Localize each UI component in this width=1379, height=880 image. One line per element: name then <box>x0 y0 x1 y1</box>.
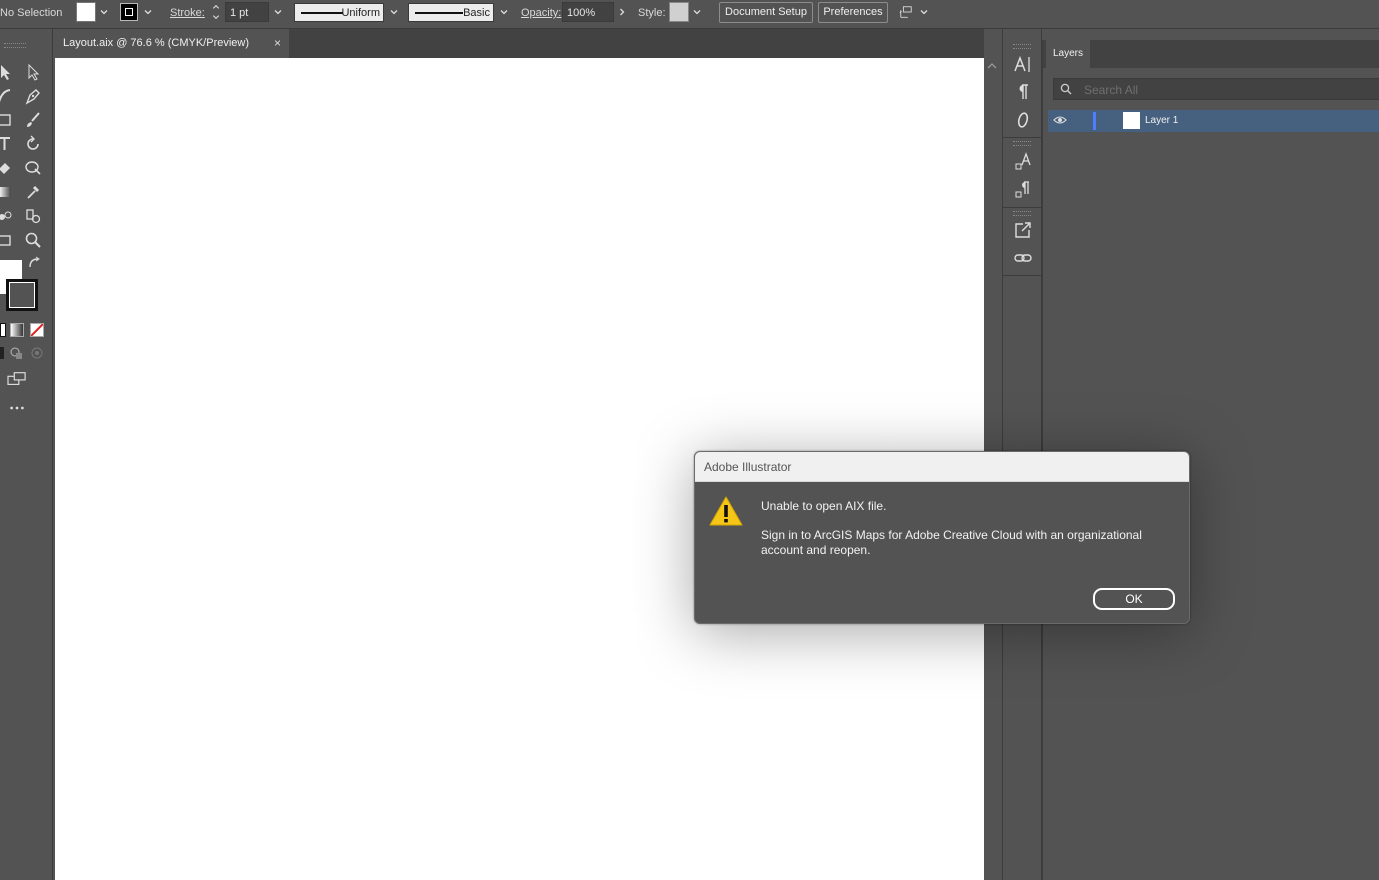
links-panel-icon[interactable] <box>1012 247 1034 269</box>
stroke-weight-stepper-icon[interactable] <box>209 2 223 22</box>
stroke-weight-field[interactable]: 1 pt <box>225 2 269 22</box>
layers-search-input[interactable] <box>1082 81 1366 99</box>
arrange-documents-icon[interactable] <box>897 4 915 20</box>
error-dialog: Adobe Illustrator Unable to open AIX fil… <box>694 451 1190 624</box>
style-chevron-icon[interactable] <box>690 4 704 20</box>
dialog-titlebar[interactable]: Adobe Illustrator <box>695 452 1189 482</box>
document-tab[interactable]: Layout.aix @ 76.6 % (CMYK/Preview) × <box>53 29 289 59</box>
draw-normal-icon[interactable] <box>0 347 4 359</box>
symbol-sprayer-tool-icon[interactable] <box>22 205 44 227</box>
dialog-title: Adobe Illustrator <box>704 460 792 474</box>
tools-panel <box>0 29 53 880</box>
edit-toolbar-more-icon[interactable] <box>6 400 28 416</box>
opacity-field[interactable]: 100% <box>562 2 614 22</box>
paragraph-panel-icon[interactable] <box>1012 81 1034 103</box>
fill-dropdown-chevron-icon[interactable] <box>97 4 111 20</box>
color-mode-icon[interactable] <box>0 323 6 337</box>
strip-separator <box>1003 207 1041 208</box>
paintbrush-tool-icon[interactable] <box>22 109 44 131</box>
strip-separator <box>1003 275 1041 276</box>
direct-selection-tool-icon[interactable] <box>22 61 44 83</box>
tab-layers[interactable]: Layers <box>1046 40 1090 68</box>
swap-fill-stroke-icon[interactable] <box>27 255 43 271</box>
fill-swatch[interactable] <box>76 2 96 22</box>
stroke-color-box[interactable] <box>6 279 38 311</box>
layer-thumbnail <box>1123 112 1140 129</box>
brush-chevron-icon[interactable] <box>497 4 511 20</box>
character-panel-icon[interactable] <box>1012 53 1034 75</box>
layer-name[interactable]: Layer 1 <box>1145 115 1178 126</box>
stroke-dropdown-chevron-icon[interactable] <box>141 4 155 20</box>
paragraph-styles-icon[interactable] <box>1012 178 1034 200</box>
shape-builder-tool-icon[interactable] <box>22 157 44 179</box>
type-tool-icon[interactable] <box>0 133 16 155</box>
layer-color-indicator <box>1093 112 1096 130</box>
eraser-tool-icon[interactable] <box>0 157 16 179</box>
strip-grip[interactable] <box>1013 141 1031 146</box>
draw-inside-icon[interactable] <box>29 343 45 363</box>
brush-definition[interactable]: Basic <box>408 3 494 22</box>
gradient-mode-icon[interactable] <box>10 323 24 337</box>
visibility-eye-icon[interactable] <box>1053 113 1067 127</box>
screen-mode-icon[interactable] <box>5 369 29 389</box>
opacity-arrow-icon[interactable] <box>615 4 629 20</box>
draw-behind-icon[interactable] <box>9 343 25 363</box>
document-tab-title: Layout.aix @ 76.6 % (CMYK/Preview) <box>63 37 250 49</box>
pen-tool-icon[interactable] <box>22 85 44 107</box>
variable-width-profile[interactable]: Uniform <box>294 3 384 22</box>
eyedropper-tool-icon[interactable] <box>22 181 44 203</box>
profile-line-preview <box>301 12 343 14</box>
dialog-detail: Sign in to ArcGIS Maps for Adobe Creativ… <box>761 528 1142 557</box>
zoom-tool-icon[interactable] <box>22 229 44 251</box>
opacity-label[interactable]: Opacity: <box>521 7 561 19</box>
profile-chevron-icon[interactable] <box>387 4 401 20</box>
layers-tab-bar <box>1043 40 1379 68</box>
none-mode-icon[interactable] <box>30 323 44 337</box>
stroke-label[interactable]: Stroke: <box>170 7 205 19</box>
brush-line-preview <box>415 12 463 14</box>
opentype-panel-icon[interactable] <box>1012 109 1034 131</box>
curvature-tool-icon[interactable] <box>0 85 16 107</box>
graphic-style-swatch[interactable] <box>669 2 689 22</box>
strip-separator <box>1003 137 1041 138</box>
rotate-tool-icon[interactable] <box>22 133 44 155</box>
warning-icon <box>709 496 743 526</box>
dialog-message: Unable to open AIX file. <box>761 499 887 513</box>
stroke-weight-chevron-icon[interactable] <box>271 4 285 20</box>
control-bar: No Selection Stroke: 1 pt Uniform Basic … <box>0 0 1379 29</box>
blend-tool-icon[interactable] <box>0 205 16 227</box>
close-document-icon[interactable]: × <box>274 36 281 50</box>
artboard-tool-icon[interactable] <box>0 229 16 251</box>
profile-label: Uniform <box>341 7 380 19</box>
arrange-chevron-icon[interactable] <box>917 4 931 20</box>
rectangle-tool-icon[interactable] <box>0 109 16 131</box>
stroke-swatch[interactable] <box>120 3 138 21</box>
gradient-tool-icon[interactable] <box>0 181 16 203</box>
layer-row[interactable]: Layer 1 <box>1048 110 1379 132</box>
brush-label: Basic <box>463 7 490 19</box>
ok-button[interactable]: OK <box>1093 588 1175 610</box>
export-asset-icon[interactable] <box>1012 219 1034 241</box>
selection-label: No Selection <box>0 7 63 19</box>
strip-grip[interactable] <box>1013 44 1031 49</box>
strip-grip[interactable] <box>1013 211 1031 216</box>
document-setup-button[interactable]: Document Setup <box>719 2 813 23</box>
scroll-up-arrow-icon[interactable] <box>987 62 997 70</box>
layers-search-box[interactable] <box>1053 78 1379 100</box>
character-styles-icon[interactable] <box>1012 150 1034 172</box>
preferences-button[interactable]: Preferences <box>818 2 888 23</box>
search-icon <box>1060 83 1072 95</box>
selection-tool-icon[interactable] <box>0 61 16 83</box>
style-label: Style: <box>638 7 666 19</box>
tools-panel-grip[interactable] <box>4 43 26 48</box>
